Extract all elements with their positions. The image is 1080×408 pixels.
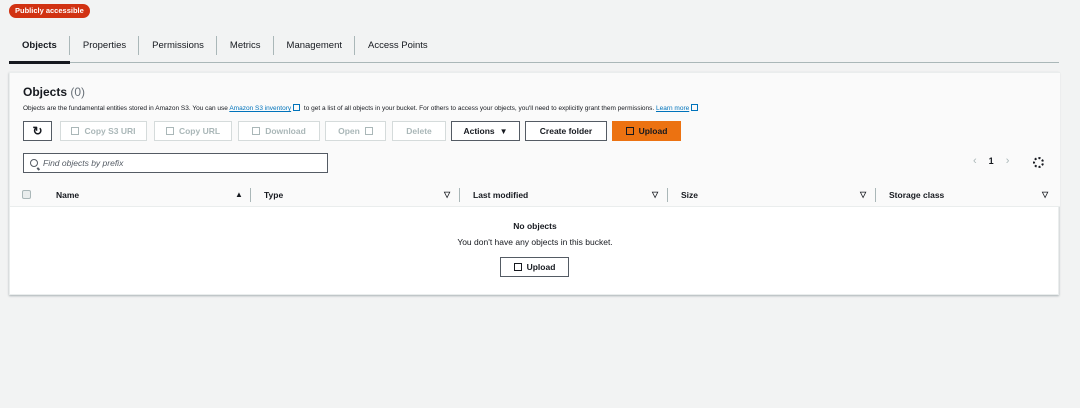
refresh-icon: ↻: [32, 124, 43, 138]
bucket-tabs: Objects Properties Permissions Metrics M…: [9, 28, 1059, 64]
tab-access-points[interactable]: Access Points: [355, 28, 441, 63]
tab-management[interactable]: Management: [274, 28, 355, 63]
objects-panel-header: Objects (0) Objects are the fundamental …: [10, 73, 1060, 183]
sort-icon: ▽: [860, 190, 867, 199]
copy-url-button[interactable]: Copy URL: [154, 121, 232, 141]
tab-objects[interactable]: Objects: [9, 28, 70, 64]
tab-label: Management: [286, 39, 342, 51]
sort-icon: ▽: [652, 190, 659, 199]
description-text: Objects are the fundamental entities sto…: [23, 105, 230, 112]
copy-icon: [71, 127, 80, 135]
gear-icon[interactable]: [1033, 157, 1044, 168]
empty-title: No objects: [513, 221, 557, 231]
column-label: Storage class: [889, 189, 945, 200]
column-divider: [875, 187, 876, 202]
column-divider: [667, 187, 668, 202]
external-link-icon: [364, 127, 373, 135]
download-icon: [252, 127, 261, 135]
copy-s3-uri-label: Copy S3 URI: [84, 126, 136, 136]
column-last-modified[interactable]: Last modified: [473, 190, 528, 200]
tab-label: Metrics: [229, 39, 261, 51]
external-link-icon: [293, 104, 301, 111]
column-size[interactable]: Size: [681, 190, 698, 200]
public-access-badge: Publicly accessible: [9, 4, 90, 18]
tab-label: Objects: [22, 39, 57, 51]
search-icon: [30, 159, 38, 167]
copy-url-label: Copy URL: [178, 126, 221, 136]
select-all-checkbox[interactable]: [22, 190, 31, 199]
actions-dropdown[interactable]: Actions ▼: [451, 121, 520, 141]
column-label: Name: [56, 189, 80, 200]
page-number[interactable]: 1: [989, 156, 994, 166]
objects-title: Objects (0): [23, 85, 85, 99]
actions-label: Actions: [463, 126, 495, 136]
tab-permissions[interactable]: Permissions: [139, 28, 217, 63]
column-name[interactable]: Name: [56, 190, 79, 200]
objects-description: Objects are the fundamental entities sto…: [23, 104, 700, 112]
empty-upload-button[interactable]: Upload: [500, 257, 569, 277]
upload-label: Upload: [526, 262, 556, 272]
create-folder-button[interactable]: Create folder: [525, 121, 607, 141]
tab-metrics[interactable]: Metrics: [217, 28, 274, 63]
objects-title-text: Objects: [23, 85, 68, 99]
pagination: ‹ 1 ›: [973, 155, 1009, 167]
column-type[interactable]: Type: [264, 190, 283, 200]
description-text-2: to get a list of all objects in your buc…: [302, 105, 656, 112]
sort-icon: ▽: [1042, 190, 1049, 199]
create-folder-label: Create folder: [539, 126, 593, 136]
search-input[interactable]: Find objects by prefix: [43, 158, 123, 168]
empty-state: No objects You don't have any objects in…: [10, 221, 1060, 247]
tab-label: Properties: [82, 39, 127, 51]
download-button[interactable]: Download: [238, 121, 320, 141]
upload-icon: [625, 127, 634, 135]
sort-icon: ▽: [444, 190, 451, 199]
delete-label: Delete: [406, 126, 432, 136]
caret-down-icon: ▼: [499, 126, 508, 136]
s3-inventory-link[interactable]: Amazon S3 inventory: [229, 105, 291, 112]
column-divider: [459, 187, 460, 202]
objects-count: (0): [70, 85, 86, 99]
chevron-right-icon[interactable]: ›: [1006, 155, 1010, 167]
tab-label: Access Points: [368, 39, 428, 51]
column-divider: [250, 187, 251, 202]
tab-label: Permissions: [152, 39, 204, 51]
chevron-left-icon[interactable]: ‹: [973, 155, 977, 167]
sort-ascending-icon: ▲: [235, 190, 243, 199]
tab-properties[interactable]: Properties: [70, 28, 140, 63]
open-label: Open: [338, 126, 360, 136]
column-storage-class[interactable]: Storage class: [889, 190, 944, 200]
objects-panel: Objects (0) Objects are the fundamental …: [9, 72, 1060, 295]
column-label: Last modified: [473, 189, 529, 200]
table-header: Name ▲ Type ▽ Last modified ▽ Size ▽ Sto…: [10, 183, 1060, 207]
upload-icon: [513, 263, 522, 271]
column-label: Type: [264, 189, 284, 200]
copy-s3-uri-button[interactable]: Copy S3 URI: [60, 121, 147, 141]
search-box[interactable]: Find objects by prefix: [23, 153, 328, 173]
upload-button[interactable]: Upload: [612, 121, 681, 141]
empty-message: You don't have any objects in this bucke…: [457, 237, 613, 247]
column-label: Size: [681, 189, 699, 200]
upload-label: Upload: [638, 126, 668, 136]
refresh-button[interactable]: ↻: [23, 121, 52, 141]
copy-icon: [165, 127, 174, 135]
learn-more-link[interactable]: Learn more: [656, 105, 689, 112]
delete-button[interactable]: Delete: [392, 121, 446, 141]
external-link-icon: [691, 104, 699, 111]
download-label: Download: [265, 126, 306, 136]
open-button[interactable]: Open: [325, 121, 386, 141]
